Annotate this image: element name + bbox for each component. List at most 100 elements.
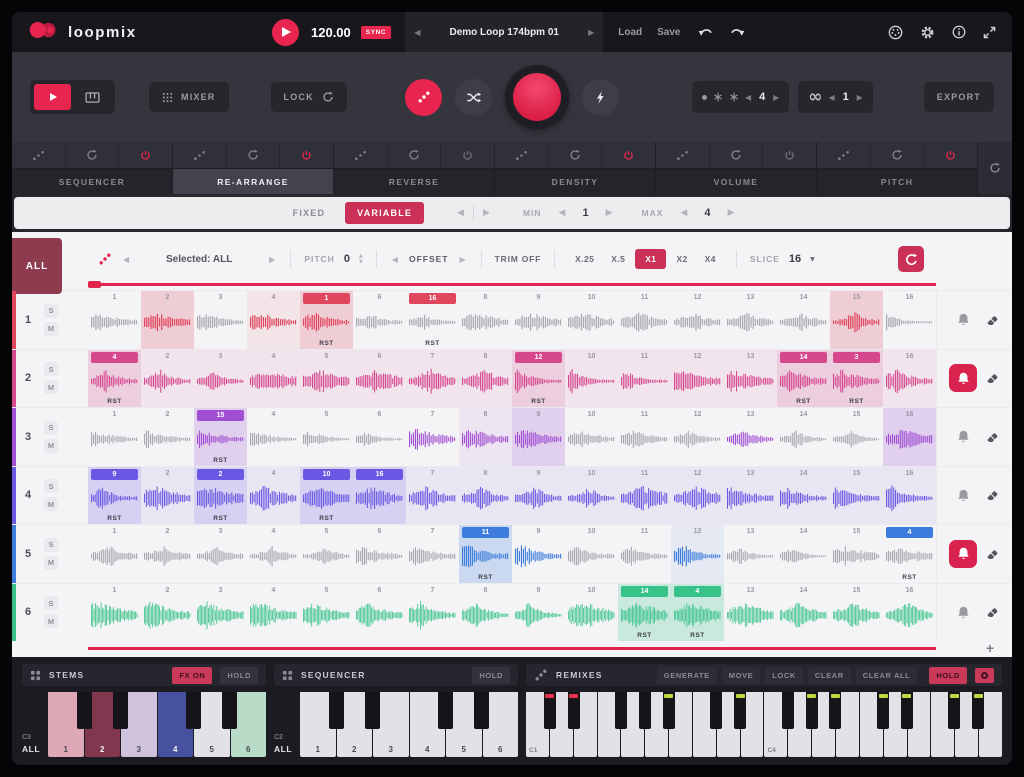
loop-range-line[interactable] [88,647,936,650]
steps-icon[interactable] [173,142,227,168]
steps-icon[interactable] [656,142,710,168]
min-decrease-button[interactable]: ◀ [550,208,575,218]
slice-6-14[interactable]: 14 [777,584,830,642]
slice-3-8[interactable]: 8 [459,408,512,466]
sequencer-all-button[interactable]: ALL [274,744,300,754]
piano-key-black[interactable] [663,692,675,729]
slice-2-13[interactable]: 13 [724,350,777,408]
track-bell-button[interactable] [949,306,977,334]
fixed-mode-button[interactable]: FIXED [281,202,338,224]
mute-button[interactable]: M [44,322,58,336]
max-increase-button[interactable]: ▶ [718,208,743,218]
tab-pitch[interactable]: PITCH [817,168,978,194]
solo-button[interactable]: S [44,421,58,435]
steps-icon[interactable] [817,142,871,168]
slice-6-5[interactable]: 5 [300,584,353,642]
slice-4-12[interactable]: 12 [671,467,724,525]
mute-button[interactable]: M [44,380,58,394]
slice-3-11[interactable]: 11 [618,408,671,466]
refresh-icon[interactable] [549,142,603,168]
playhead-bar[interactable] [88,280,936,290]
load-button[interactable]: Load [618,27,642,38]
trim-toggle-button[interactable]: TRIM OFF [495,254,542,264]
settings-gear-button[interactable] [920,25,935,40]
slice-1-10[interactable]: 10 [565,291,618,349]
slice-5-15[interactable]: 15 [830,525,883,583]
slice-5-1[interactable]: 1 [88,525,141,583]
slice-1-2[interactable]: 2 [141,291,194,349]
slice-1-12[interactable]: 12 [671,291,724,349]
slice-4-6[interactable]: 16 [353,467,406,525]
slice-dice-button[interactable] [98,252,112,266]
piano-key-black[interactable] [901,692,913,729]
midi-button[interactable] [888,25,903,40]
piano-key-black[interactable] [329,692,344,729]
slice-5-13[interactable]: 13 [724,525,777,583]
slice-1-16[interactable]: 16 [883,291,936,349]
slice-1-11[interactable]: 11 [618,291,671,349]
slice-6-3[interactable]: 3 [194,584,247,642]
selected-next-button[interactable]: ▶ [267,253,277,266]
track-bell-button[interactable] [949,481,977,509]
piano-key-black[interactable] [972,692,984,729]
loop-next-button[interactable]: ▶ [857,93,863,102]
tab-volume[interactable]: VOLUME [656,168,817,194]
slice-6-2[interactable]: 2 [141,584,194,642]
sequencer-hold-button[interactable]: HOLD [472,667,510,684]
randomize-dice-button[interactable] [405,79,442,116]
pitch-value[interactable]: 0 [344,253,350,265]
lock-button[interactable]: LOCK [271,82,347,112]
slice-1-8[interactable]: 8 [459,291,512,349]
keys-view-button[interactable] [74,84,111,110]
slice-4-8[interactable]: 8 [459,467,512,525]
play-button[interactable] [272,19,299,46]
slice-4-9[interactable]: 9 [512,467,565,525]
slice-6-16[interactable]: 16 [883,584,936,642]
offset-right-button[interactable]: ▶ [457,253,467,266]
slice-5-8[interactable]: 11RST [459,525,512,583]
slice-5-5[interactable]: 5 [300,525,353,583]
solo-button[interactable]: S [44,596,58,610]
instant-bolt-button[interactable] [582,79,619,116]
slice-1-5[interactable]: 1RST [300,291,353,349]
save-button[interactable]: Save [657,27,680,38]
track-erase-button[interactable] [986,313,1000,327]
slice-5-9[interactable]: 9 [512,525,565,583]
mute-button[interactable]: M [44,556,58,570]
track-erase-button[interactable] [986,547,1000,561]
slice-3-16[interactable]: 16 [883,408,936,466]
slice-3-10[interactable]: 10 [565,408,618,466]
preset-next-button[interactable]: ▶ [588,28,594,37]
slice-4-1[interactable]: 9RST [88,467,141,525]
power-icon[interactable] [280,142,333,168]
redo-button[interactable] [729,26,745,39]
speed-x5[interactable]: X.5 [604,249,632,269]
slice-3-9[interactable]: 9 [512,408,565,466]
pitch-stepper[interactable]: ▲▼ [359,254,363,265]
slice-4-7[interactable]: 7 [406,467,459,525]
slice-1-14[interactable]: 14 [777,291,830,349]
speed-x25[interactable]: X.25 [568,249,601,269]
variable-mode-button[interactable]: VARIABLE [345,202,424,224]
slice-6-8[interactable]: 8 [459,584,512,642]
slice-1-1[interactable]: 1 [88,291,141,349]
slice-5-4[interactable]: 4 [247,525,300,583]
slice-5-14[interactable]: 14 [777,525,830,583]
track-bell-button[interactable] [949,540,977,568]
slice-6-1[interactable]: 1 [88,584,141,642]
solo-button[interactable]: S [44,479,58,493]
refresh-icon[interactable] [871,142,925,168]
power-icon[interactable] [119,142,172,168]
steps-icon[interactable] [12,142,66,168]
track-erase-button[interactable] [986,371,1000,385]
global-sync-button[interactable] [978,142,1012,194]
slice-1-9[interactable]: 9 [512,291,565,349]
slice-3-3[interactable]: 15RST [194,408,247,466]
remix-move-button[interactable]: MOVE [722,667,761,684]
slice-3-4[interactable]: 4 [247,408,300,466]
tab-sequencer[interactable]: SEQUENCER [12,168,173,194]
pattern-prev-button[interactable]: ◀ [745,93,751,102]
slice-6-9[interactable]: 9 [512,584,565,642]
tab-density[interactable]: DENSITY [495,168,656,194]
piano-key-black[interactable] [734,692,746,729]
